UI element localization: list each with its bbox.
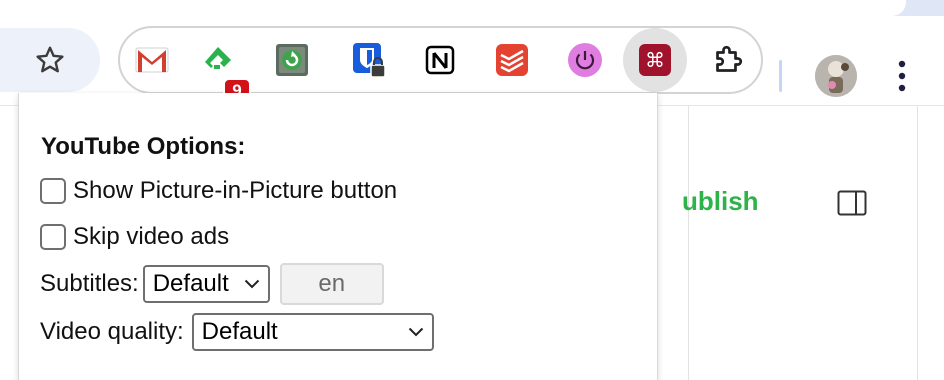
quality-label: Video quality: xyxy=(40,318,184,345)
chevron-down-icon xyxy=(244,279,259,289)
extension-options-popup: YouTube Options: Show Picture-in-Picture… xyxy=(18,93,658,380)
panel-border xyxy=(688,106,689,380)
avatar[interactable] xyxy=(815,55,857,97)
pip-label: Show Picture-in-Picture button xyxy=(73,177,398,204)
kebab-menu-icon[interactable] xyxy=(891,56,913,96)
sidebar-toggle-icon[interactable] xyxy=(837,190,867,216)
quality-selected: Default xyxy=(201,318,278,345)
subtitles-row: Subtitles: Default en xyxy=(40,263,384,305)
gmail-icon[interactable] xyxy=(132,40,172,80)
popup-heading: YouTube Options: xyxy=(41,133,246,160)
svg-text:⌘: ⌘ xyxy=(645,48,665,72)
subtitles-select[interactable]: Default xyxy=(142,265,270,303)
feedly-icon[interactable] xyxy=(198,40,238,80)
todoist-icon[interactable] xyxy=(492,40,532,80)
publish-button[interactable]: ublish xyxy=(682,186,772,217)
power-icon[interactable] xyxy=(565,40,605,80)
skip-ads-option[interactable]: Skip video ads xyxy=(40,223,229,251)
command-icon[interactable]: ⌘ xyxy=(623,28,687,92)
subtitles-selected: Default xyxy=(152,270,229,297)
subtitle-language-input[interactable]: en xyxy=(279,263,384,305)
notion-icon[interactable] xyxy=(420,40,460,80)
star-icon[interactable] xyxy=(32,42,68,78)
pip-checkbox[interactable] xyxy=(40,178,66,204)
skip-ads-label: Skip video ads xyxy=(73,223,230,250)
active-tab-edge xyxy=(0,0,906,16)
toolbar-divider xyxy=(779,60,782,92)
quality-select[interactable]: Default xyxy=(191,313,434,351)
skip-ads-checkbox[interactable] xyxy=(40,224,66,250)
subtitles-label: Subtitles: xyxy=(40,270,139,297)
puzzle-icon[interactable] xyxy=(708,40,748,80)
pip-option[interactable]: Show Picture-in-Picture button xyxy=(40,177,397,205)
quality-row: Video quality: Default xyxy=(40,313,434,351)
refresh-extension-icon[interactable] xyxy=(272,40,312,80)
chevron-down-icon xyxy=(408,327,423,337)
bitwarden-icon[interactable] xyxy=(349,40,389,80)
panel-border xyxy=(917,106,918,380)
page-background xyxy=(658,106,944,380)
